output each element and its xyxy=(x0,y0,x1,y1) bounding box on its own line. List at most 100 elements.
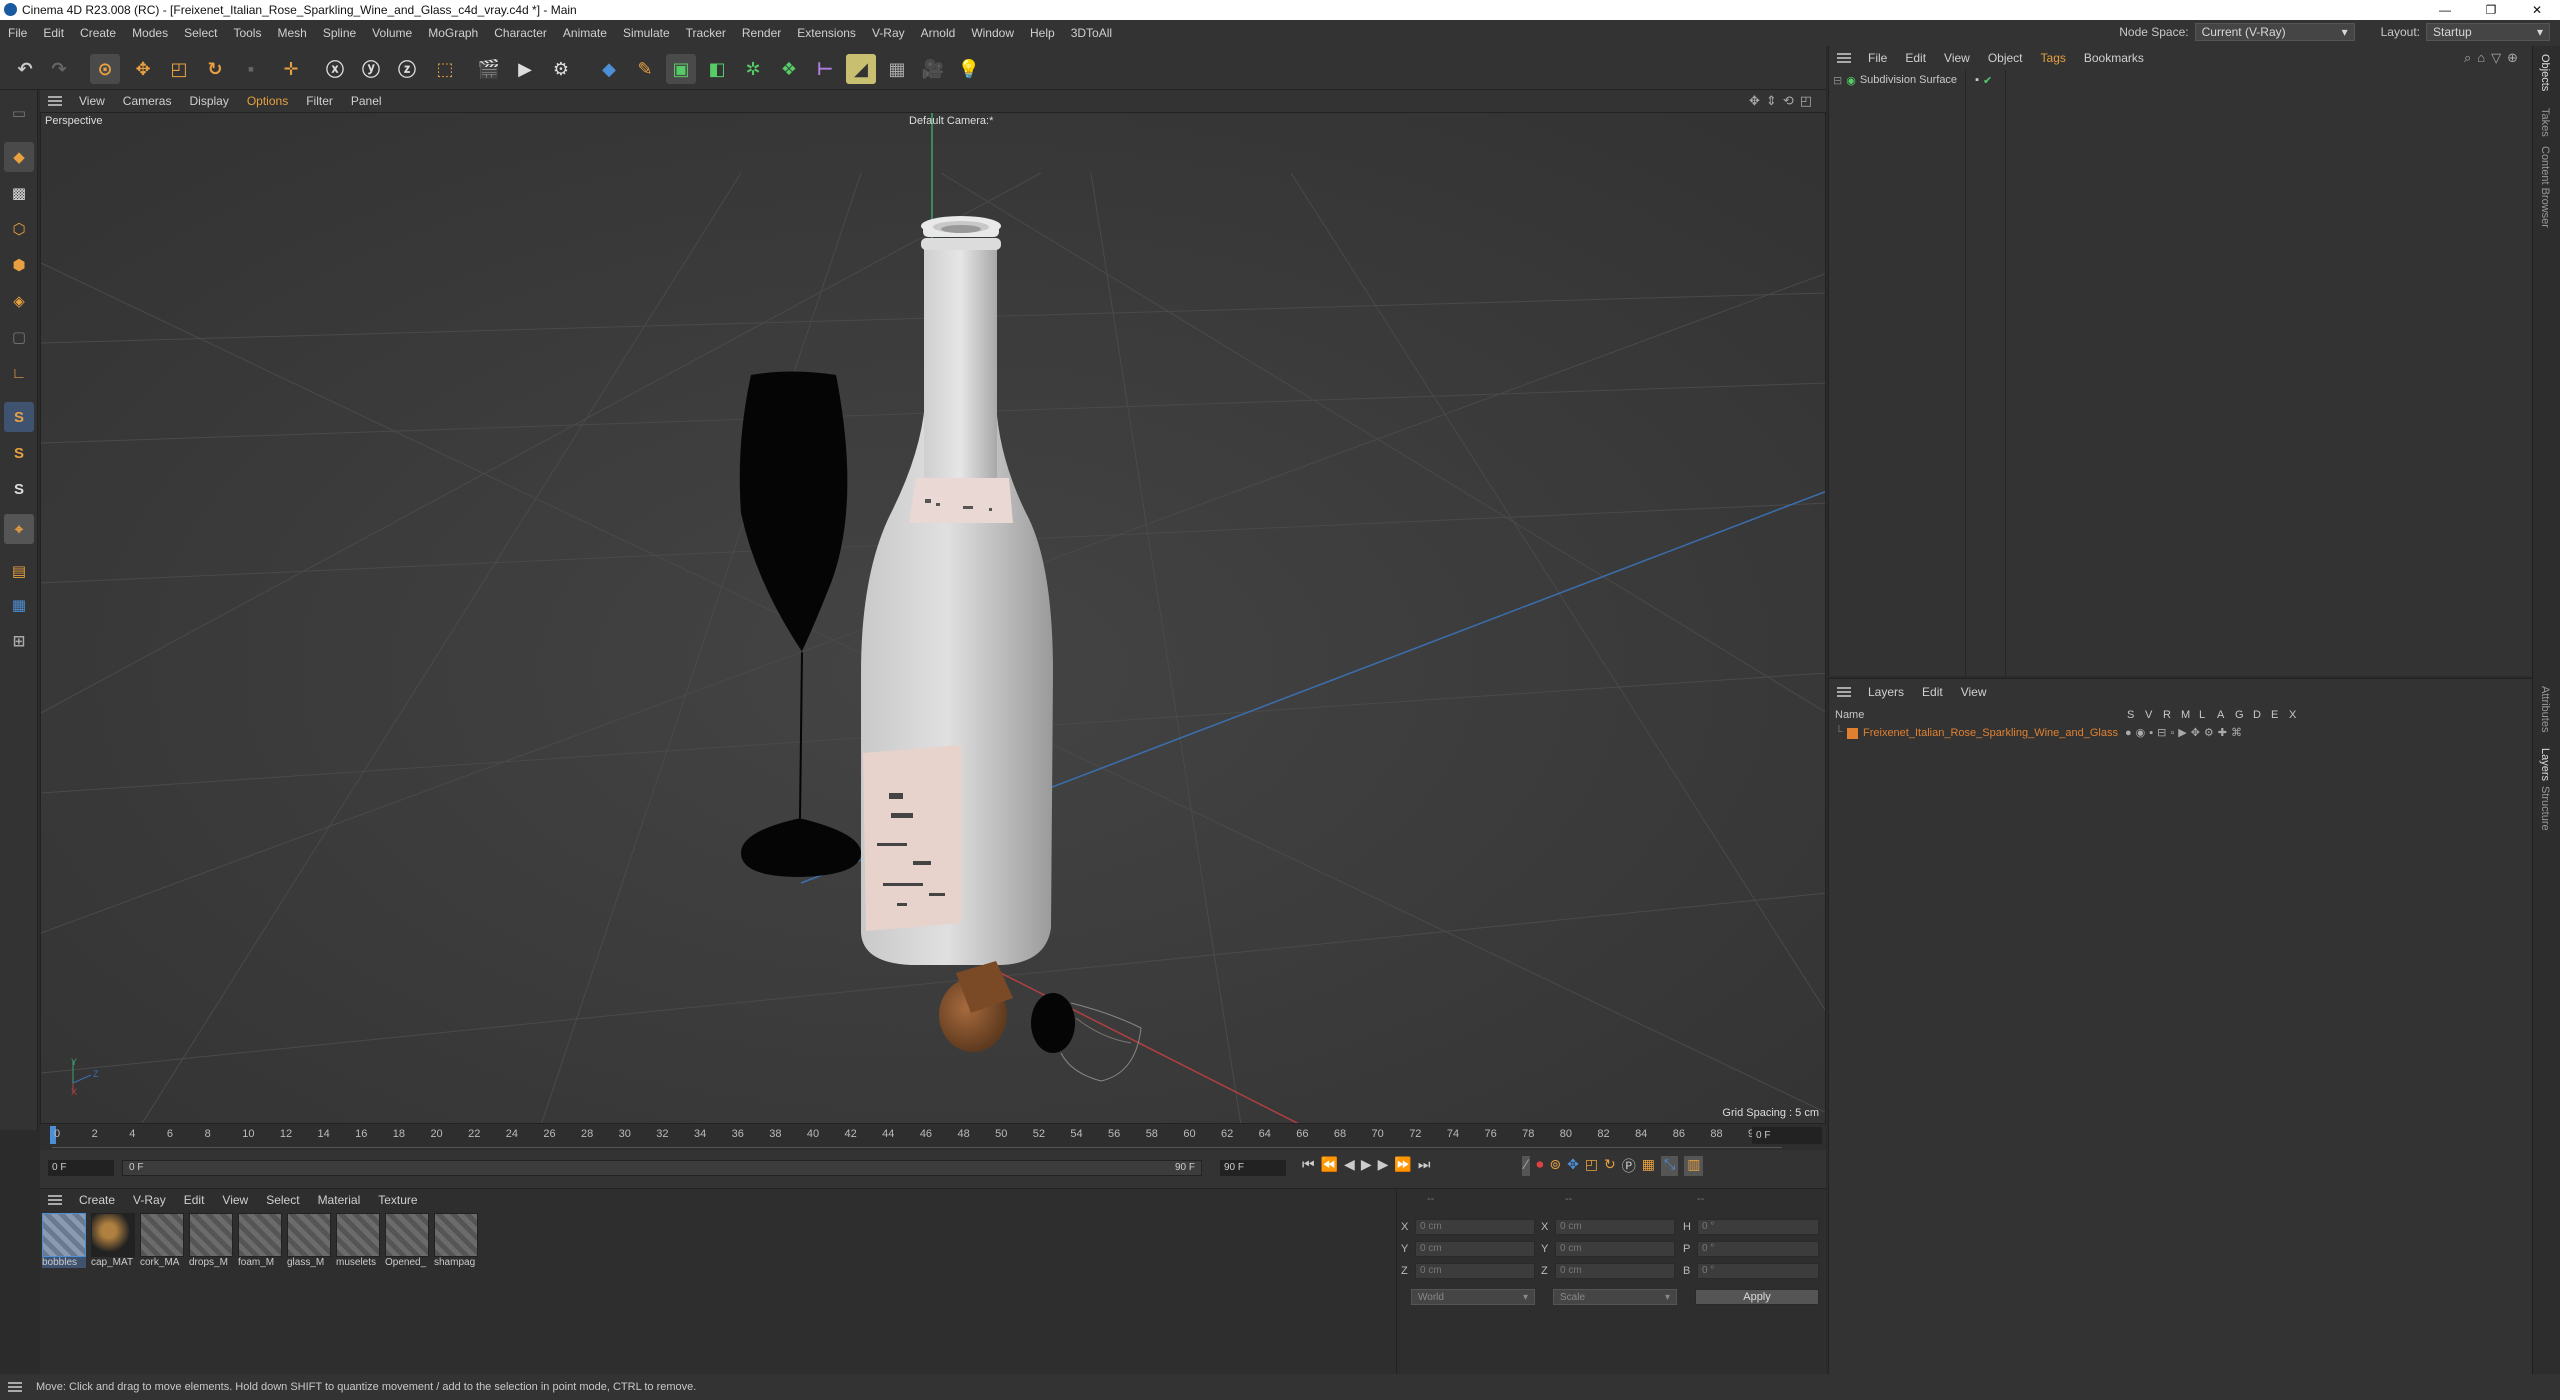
record-key-icon[interactable]: ⏺ xyxy=(1536,1156,1543,1176)
layout-dropdown[interactable]: Startup ▾ xyxy=(2426,23,2550,41)
menu-modes[interactable]: Modes xyxy=(124,26,176,40)
layer-name[interactable]: Freixenet_Italian_Rose_Sparkling_Wine_an… xyxy=(1863,727,2118,739)
restore-button[interactable]: ❐ xyxy=(2468,0,2514,20)
coordinate-system-icon[interactable]: ⬚ xyxy=(430,54,460,84)
obj-menu-view[interactable]: View xyxy=(1935,51,1979,65)
tab-objects[interactable]: Objects xyxy=(2539,54,2551,91)
collapse-icon[interactable]: ⊟ xyxy=(1833,74,1842,87)
coord-pos-z-field[interactable]: 0 cm xyxy=(1415,1263,1535,1279)
menu-create[interactable]: Create xyxy=(72,26,124,40)
key-position-icon[interactable]: ✥ xyxy=(1567,1156,1579,1176)
viewport-menu-filter[interactable]: Filter xyxy=(297,94,342,108)
coord-size-x-field[interactable]: 0 cm xyxy=(1555,1219,1675,1235)
floor-icon[interactable]: ▦ xyxy=(882,54,912,84)
auto-key-icon[interactable]: ⊚ xyxy=(1549,1156,1561,1176)
obj-menu-edit[interactable]: Edit xyxy=(1896,51,1935,65)
mat-menu-select[interactable]: Select xyxy=(257,1193,308,1207)
redo-icon[interactable]: ↷ xyxy=(44,54,74,84)
current-frame-field[interactable]: 0 F xyxy=(1752,1127,1822,1144)
object-enabled-check-icon[interactable]: ✔ xyxy=(1983,74,1992,87)
minimize-button[interactable]: — xyxy=(2422,0,2468,20)
add-tool-icon[interactable]: ✛ xyxy=(276,54,306,84)
hamburger-icon[interactable] xyxy=(8,1382,22,1392)
x-axis-lock-icon[interactable]: ⓧ xyxy=(320,54,350,84)
menu-vray[interactable]: V-Ray xyxy=(864,26,913,40)
polygons-mode-icon[interactable]: ◈ xyxy=(4,286,34,316)
menu-arnold[interactable]: Arnold xyxy=(913,26,964,40)
menu-select[interactable]: Select xyxy=(176,26,225,40)
render-view-icon[interactable]: ▶ xyxy=(510,54,540,84)
coord-rot-b-field[interactable]: 0 ° xyxy=(1697,1263,1819,1279)
material-swatch[interactable]: cap_MAT xyxy=(91,1213,135,1269)
edges-mode-icon[interactable]: ⬢ xyxy=(4,250,34,280)
cube-icon[interactable]: ◆ xyxy=(594,54,624,84)
move-tool-icon[interactable]: ✥ xyxy=(128,54,158,84)
next-frame-icon[interactable]: ▶ xyxy=(1378,1156,1389,1173)
material-swatch[interactable]: drops_M xyxy=(189,1213,233,1269)
timeline-window-icon[interactable]: ⤡ xyxy=(1661,1156,1679,1176)
hamburger-icon[interactable] xyxy=(48,96,62,106)
material-swatch[interactable]: shampag xyxy=(434,1213,478,1269)
obj-menu-tags[interactable]: Tags xyxy=(2032,51,2075,65)
material-swatch[interactable]: foam_M xyxy=(238,1213,282,1269)
menu-animate[interactable]: Animate xyxy=(555,26,615,40)
menu-volume[interactable]: Volume xyxy=(364,26,420,40)
coord-pos-y-field[interactable]: 0 cm xyxy=(1415,1241,1535,1257)
camera-label[interactable]: Default Camera:* xyxy=(909,115,993,127)
go-to-start-icon[interactable]: ⏮ xyxy=(1302,1156,1315,1173)
menu-tools[interactable]: Tools xyxy=(225,26,269,40)
fcurve-icon[interactable]: ▥ xyxy=(1684,1156,1704,1176)
field-icon[interactable]: ◢ xyxy=(846,54,876,84)
key-pla-icon[interactable]: ▦ xyxy=(1642,1156,1655,1176)
texture-mode-icon[interactable]: ▩ xyxy=(4,178,34,208)
frame-range-slider[interactable]: 0 F 90 F xyxy=(122,1160,1202,1176)
material-swatch[interactable]: muselets xyxy=(336,1213,380,1269)
points-mode-icon[interactable]: ⬡ xyxy=(4,214,34,244)
coord-pos-x-field[interactable]: 0 cm xyxy=(1415,1219,1535,1235)
live-selection-icon[interactable]: ⊙ xyxy=(90,54,120,84)
tab-layers[interactable]: Layers xyxy=(2539,748,2551,781)
snap-icon[interactable]: ⌖ xyxy=(4,514,34,544)
y-axis-lock-icon[interactable]: ⓨ xyxy=(356,54,386,84)
mat-menu-create[interactable]: Create xyxy=(70,1193,124,1207)
hamburger-icon[interactable] xyxy=(1837,687,1851,697)
end-frame-field[interactable]: 90 F xyxy=(1220,1160,1286,1176)
prev-frame-icon[interactable]: ◀ xyxy=(1344,1156,1355,1173)
start-frame-field[interactable]: 0 F xyxy=(48,1160,114,1176)
tab-attributes[interactable]: Attributes xyxy=(2539,686,2551,732)
timeline-ruler[interactable]: 0 2 4 6 8 10 12 14 16 18 20 22 24 26 28 30 32 34 36 38 40 42 4… xyxy=(40,1124,1826,1150)
close-button[interactable]: ✕ xyxy=(2514,0,2560,20)
menu-3dtoall[interactable]: 3DToAll xyxy=(1063,26,1120,40)
layer-row[interactable]: └ Freixenet_Italian_Rose_Sparkling_Wine_… xyxy=(1829,725,2533,743)
rotate-tool-icon[interactable]: ↻ xyxy=(200,54,230,84)
scale-tool-icon[interactable]: ◰ xyxy=(164,54,194,84)
go-to-end-icon[interactable]: ⏭ xyxy=(1418,1156,1431,1173)
material-swatch[interactable]: glass_M xyxy=(287,1213,331,1269)
recent-tool-icon[interactable]: ▪ xyxy=(236,54,266,84)
object-visibility-icon[interactable]: ▪ xyxy=(1975,74,1979,86)
object-search-icons[interactable]: ⌕⌂▽⊕ xyxy=(2464,50,2524,66)
prev-key-icon[interactable]: ⏪ xyxy=(1321,1156,1338,1173)
axis-mode-icon[interactable]: ∟ xyxy=(4,358,34,388)
obj-menu-object[interactable]: Object xyxy=(1979,51,2032,65)
tab-takes[interactable]: Takes xyxy=(2539,108,2551,137)
object-row[interactable]: ⊟ ◉ Subdivision Surface ▪ ✔ xyxy=(1833,72,1992,88)
layer-menu-layers[interactable]: Layers xyxy=(1859,685,1913,699)
menu-mograph[interactable]: MoGraph xyxy=(420,26,486,40)
deformer-icon[interactable]: ⊢ xyxy=(810,54,840,84)
subdivision-icon[interactable]: ▣ xyxy=(666,54,696,84)
render-region-icon[interactable]: 🎬 xyxy=(474,54,504,84)
viewport-menu-options[interactable]: Options xyxy=(238,94,297,108)
solo-hierarchy-icon[interactable]: S xyxy=(4,438,34,468)
menu-character[interactable]: Character xyxy=(486,26,555,40)
menu-mesh[interactable]: Mesh xyxy=(269,26,314,40)
layer-color-swatch[interactable] xyxy=(1847,728,1858,739)
next-key-icon[interactable]: ⏩ xyxy=(1394,1156,1411,1173)
extrude-icon[interactable]: ◧ xyxy=(702,54,732,84)
light-icon[interactable]: 💡 xyxy=(954,54,984,84)
locked-workplane-icon[interactable]: ⊞ xyxy=(4,626,34,656)
menu-help[interactable]: Help xyxy=(1022,26,1063,40)
perspective-viewport[interactable]: Perspective Default Camera:* Grid Spacin… xyxy=(40,112,1826,1124)
material-swatch[interactable]: cork_MA xyxy=(140,1213,184,1269)
material-swatch[interactable]: Opened_ xyxy=(385,1213,429,1269)
